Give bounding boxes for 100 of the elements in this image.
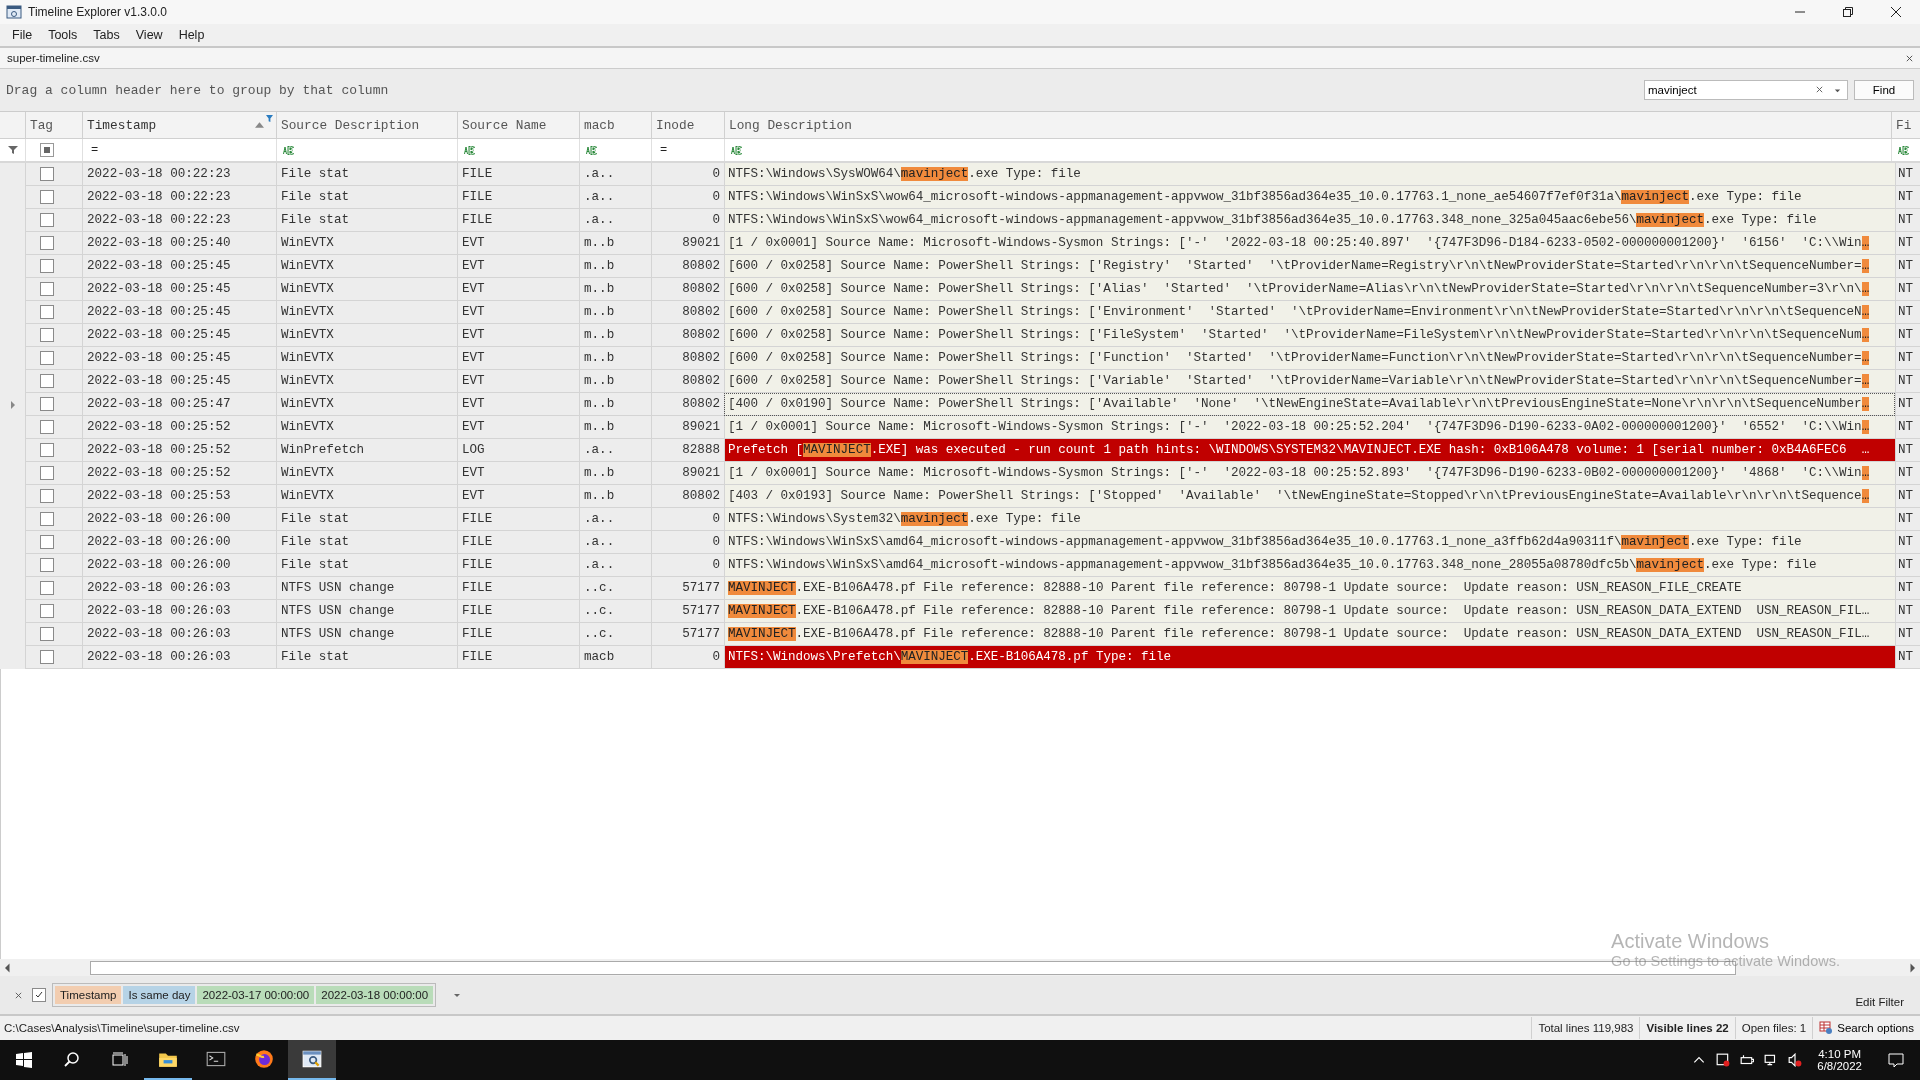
text-filter-icon[interactable] [1898, 145, 1912, 155]
row-checkbox[interactable] [40, 512, 54, 526]
table-cell: File stat [281, 650, 350, 664]
find-button[interactable]: Find [1854, 80, 1914, 100]
table-cell: WinEVTX [281, 489, 334, 503]
column-header[interactable]: Source Name [457, 112, 579, 138]
column-header[interactable]: Long Description [724, 112, 1891, 138]
table-cell: FILE [462, 604, 493, 618]
speaker-muted-icon[interactable] [1788, 1053, 1803, 1067]
column-header[interactable]: Source Description [276, 112, 457, 138]
text-filter-icon[interactable] [731, 145, 745, 155]
table-cell: 80802 [682, 305, 720, 319]
clear-filter-icon[interactable] [14, 990, 23, 1000]
row-checkbox[interactable] [40, 282, 54, 296]
table-cell: 0 [712, 558, 720, 572]
table-cell: WinEVTX [281, 236, 334, 250]
notification-icon[interactable] [1886, 1050, 1906, 1070]
filter-checkbox[interactable] [40, 143, 54, 157]
clock-date[interactable]: 6/8/2022 [1817, 1060, 1862, 1072]
row-checkbox[interactable] [40, 213, 54, 227]
filter-chip[interactable]: Is same day [123, 986, 196, 1004]
row-checkbox[interactable] [40, 397, 54, 411]
table-cell: 82888 [682, 443, 720, 457]
table-cell: 2022-03-18 00:25:52 [87, 420, 231, 434]
table-cell: NT [1898, 213, 1914, 227]
filter-chip[interactable]: Timestamp [55, 986, 122, 1004]
filter-operator[interactable]: = [660, 143, 668, 157]
menu-item[interactable]: Tabs [85, 25, 128, 45]
row-checkbox[interactable] [40, 328, 54, 342]
row-checkbox[interactable] [40, 627, 54, 641]
edit-filter-link[interactable]: Edit Filter [1855, 996, 1904, 1008]
row-checkbox[interactable] [40, 190, 54, 204]
filter-operator[interactable]: = [91, 143, 99, 157]
browser-icon[interactable] [253, 1048, 275, 1070]
table-cell: NTFS USN change [281, 604, 395, 618]
table-cell: m..b [584, 351, 615, 365]
filter-icon[interactable] [266, 115, 273, 122]
table-cell: NTFS USN change [281, 627, 395, 641]
row-checkbox[interactable] [40, 466, 54, 480]
table-cell: 2022-03-18 00:25:45 [87, 305, 231, 319]
table-cell: FILE [462, 627, 493, 641]
row-checkbox[interactable] [40, 581, 54, 595]
window-title: Timeline Explorer v1.3.0.0 [28, 5, 167, 19]
filter-enabled-checkbox[interactable] [32, 988, 46, 1002]
row-checkbox[interactable] [40, 420, 54, 434]
table-cell: NT [1898, 167, 1914, 181]
table-cell: 2022-03-18 00:25:52 [87, 443, 231, 457]
battery-icon[interactable] [1740, 1053, 1755, 1067]
close-icon[interactable] [1905, 53, 1914, 63]
column-header[interactable]: Fi [1891, 112, 1920, 138]
menu-item[interactable]: File [4, 25, 41, 45]
table-cell: [600 / 0x0258] Source Name: PowerShell Strings: ['Environment' 'Started' '\tProviderName=Environment\r\n\tNewProviderState=Started\r\n\r\n\tSequenceN… [724, 301, 1895, 324]
table-cell: NT [1898, 305, 1914, 319]
table-cell: EVT [462, 351, 485, 365]
table-cell: NT [1898, 489, 1914, 503]
filter-chip[interactable]: 2022-03-18 00:00:00 [316, 986, 434, 1004]
row-checkbox[interactable] [40, 351, 54, 365]
row-checkbox[interactable] [40, 374, 54, 388]
column-header[interactable]: Tag [25, 112, 82, 138]
text-filter-icon[interactable] [464, 145, 478, 155]
table-cell: File stat [281, 512, 350, 526]
table-cell: 0 [712, 535, 720, 549]
row-checkbox[interactable] [40, 259, 54, 273]
text-filter-icon[interactable] [586, 145, 600, 155]
table-cell: WinEVTX [281, 305, 334, 319]
column-header[interactable]: Timestamp [82, 112, 276, 138]
start-icon[interactable] [14, 1050, 34, 1070]
menu-item[interactable]: Help [170, 25, 213, 45]
close-icon[interactable] [1890, 6, 1902, 18]
table-cell: [1 / 0x0001] Source Name: Microsoft-Windows-Sysmon Strings: ['-' '2022-03-18 00:25:52.893' '{747F3D96-D190-6233-0B02-000000001200}' '4868' 'C:\\Win… [724, 462, 1895, 485]
row-checkbox[interactable] [40, 489, 54, 503]
table-cell: .a.. [584, 558, 615, 572]
row-checkbox[interactable] [40, 558, 54, 572]
filter-chip[interactable]: 2022-03-17 00:00:00 [197, 986, 315, 1004]
menu-item[interactable]: Tools [40, 25, 86, 45]
row-checkbox[interactable] [40, 650, 54, 664]
table-cell: WinEVTX [281, 259, 334, 273]
search-options-button[interactable]: Search options [1812, 1017, 1920, 1039]
menu-item[interactable]: View [127, 25, 171, 45]
total-lines: Total lines 119,983 [1531, 1017, 1640, 1039]
search-field[interactable]: mavinject [1644, 80, 1848, 100]
restore-icon[interactable] [1842, 6, 1854, 18]
text-filter-icon[interactable] [283, 145, 297, 155]
table-cell: MAVINJECT.EXE-B106A478.pf File reference: 82888-10 Parent file reference: 80798-1 Update source: Update reason: USN_REASON_DATA_EXTEND USN_REASON_FIL… [724, 623, 1895, 646]
row-checkbox[interactable] [40, 167, 54, 181]
table-cell: m..b [584, 489, 615, 503]
clear-icon[interactable] [1815, 85, 1824, 94]
row-checkbox[interactable] [40, 535, 54, 549]
row-checkbox[interactable] [40, 443, 54, 457]
timeline-app-icon[interactable] [301, 1048, 323, 1070]
clock-time[interactable]: 4:10 PM [1818, 1048, 1862, 1060]
row-checkbox[interactable] [40, 305, 54, 319]
column-header[interactable]: macb [579, 112, 651, 138]
table-cell: m..b [584, 420, 615, 434]
table-cell: File stat [281, 167, 350, 181]
column-header[interactable]: Inode [651, 112, 724, 138]
row-checkbox[interactable] [40, 604, 54, 618]
table-cell: 2022-03-18 00:26:00 [87, 512, 231, 526]
row-checkbox[interactable] [40, 236, 54, 250]
table-cell: FILE [462, 581, 493, 595]
